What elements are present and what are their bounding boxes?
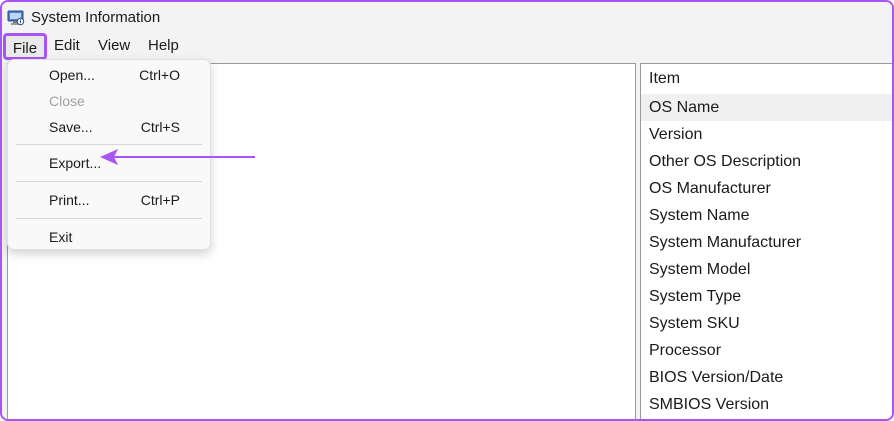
title-bar: System Information: [2, 2, 892, 34]
details-list-pane[interactable]: Item OS Name Version Other OS Description O…: [640, 63, 892, 419]
menu-item-save-shortcut: Ctrl+S: [140, 119, 180, 135]
annotation-arrow-icon: [100, 149, 255, 165]
menu-item-open[interactable]: Open... Ctrl+O: [8, 62, 210, 88]
list-item[interactable]: OS Name: [641, 94, 892, 121]
menu-item-close: Close: [8, 88, 210, 114]
list-item[interactable]: Version: [641, 121, 892, 148]
menu-separator: [16, 218, 202, 219]
menu-view[interactable]: View: [98, 34, 130, 58]
list-item[interactable]: System Name: [641, 202, 892, 229]
list-item[interactable]: System Model: [641, 256, 892, 283]
app-window: System Information File Edit View Help I…: [0, 0, 894, 421]
list-item[interactable]: System Type: [641, 283, 892, 310]
menu-item-save-label: Save...: [49, 119, 93, 135]
menu-item-open-label: Open...: [49, 67, 95, 83]
menu-item-exit-label: Exit: [49, 229, 73, 245]
details-rows: OS Name Version Other OS Description OS Man…: [641, 94, 892, 418]
menu-file[interactable]: File: [3, 33, 47, 60]
menu-help[interactable]: Help: [148, 34, 179, 58]
list-item[interactable]: System Manufacturer: [641, 229, 892, 256]
menu-item-exit[interactable]: Exit: [8, 224, 210, 250]
menu-item-print[interactable]: Print... Ctrl+P: [8, 187, 210, 213]
menu-item-print-shortcut: Ctrl+P: [140, 192, 180, 208]
list-item[interactable]: Other OS Description: [641, 148, 892, 175]
column-header-item[interactable]: Item: [641, 64, 892, 94]
menu-item-close-label: Close: [49, 93, 85, 109]
list-item[interactable]: SMBIOS Version: [641, 391, 892, 418]
menu-item-export-label: Export...: [49, 155, 102, 171]
list-item[interactable]: System SKU: [641, 310, 892, 337]
menu-item-save[interactable]: Save... Ctrl+S: [8, 114, 210, 140]
list-item[interactable]: Processor: [641, 337, 892, 364]
menu-item-print-label: Print...: [49, 192, 90, 208]
list-item[interactable]: BIOS Version/Date: [641, 364, 892, 391]
window-title: System Information: [31, 9, 161, 26]
system-information-icon: [7, 10, 25, 26]
menu-bar: File Edit View Help: [2, 33, 892, 60]
menu-item-open-shortcut: Ctrl+O: [139, 67, 180, 83]
menu-separator: [16, 181, 202, 182]
list-item[interactable]: OS Manufacturer: [641, 175, 892, 202]
menu-edit[interactable]: Edit: [54, 34, 80, 58]
